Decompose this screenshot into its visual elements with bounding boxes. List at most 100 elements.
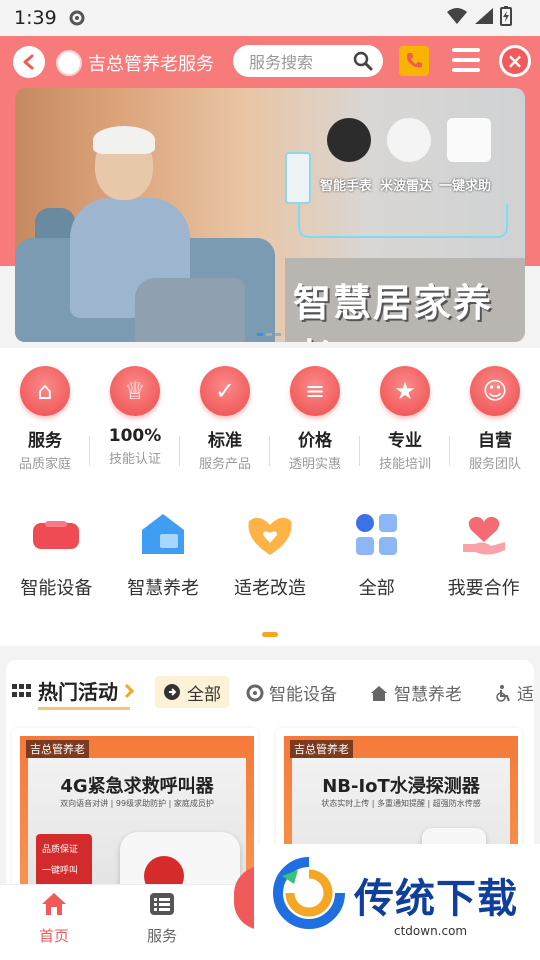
poster-subtitle: 双向语音对讲 | 99级求助防护 | 家庭成员护: [60, 799, 214, 808]
tab-label: 智能设备: [269, 685, 337, 705]
nav-service[interactable]: 服务: [122, 889, 202, 946]
accessibility-icon: [496, 684, 510, 702]
feature-item: ✓ 标准 服务产品: [180, 348, 270, 478]
tab-smart-devices[interactable]: 智能设备: [246, 680, 337, 705]
category-cooperation[interactable]: 我要合作: [430, 478, 537, 646]
hot-activities-title: 热门活动: [12, 676, 134, 710]
feature-subtitle: 技能认证: [108, 452, 161, 467]
category-all[interactable]: 全部: [323, 478, 430, 646]
nav-label: 服务: [146, 927, 177, 945]
category-grid: 智能设备 智慧养老 适老改造 全部 我要合作: [0, 478, 540, 646]
feature-title: 服务: [28, 431, 62, 451]
device-label: 米波雷达: [380, 179, 433, 194]
phone-button[interactable]: [399, 46, 429, 76]
feature-item: ★ 专业 技能培训: [360, 348, 450, 478]
category-label: 全部: [358, 578, 395, 599]
radar-icon: [387, 118, 431, 162]
promo-banner[interactable]: 智能手表 米波雷达 一键求助 智慧居家养老: [15, 88, 525, 342]
smartwatch-icon: [327, 118, 371, 162]
cooperation-icon: [459, 512, 509, 558]
status-bar: 1:39: [0, 0, 540, 36]
menu-line-icon: [452, 68, 480, 72]
watermark-url: ctdown.com: [394, 924, 468, 938]
wifi-icon: [447, 8, 467, 24]
chevron-right-icon: [124, 683, 134, 698]
category-label: 适老改造: [233, 578, 306, 599]
poster-brand: 吉总管养老: [290, 740, 353, 758]
category-aging-renovation[interactable]: 适老改造: [217, 478, 324, 646]
tab-label: 适: [517, 685, 534, 705]
crown-icon: ♕: [110, 366, 160, 416]
battery-icon: [500, 6, 512, 26]
home-icon: [39, 889, 69, 919]
smart-home-icon: [138, 512, 188, 558]
tab-smart-eldercare[interactable]: 智慧养老: [369, 680, 462, 705]
tab-all[interactable]: 全部: [155, 676, 229, 708]
category-smart-devices[interactable]: 智能设备: [3, 478, 110, 646]
watermark-text: 传统下载: [354, 876, 518, 922]
badge-text: 品质保证: [42, 845, 79, 855]
coins-icon: ≡: [290, 366, 340, 416]
grid-dots-icon: [12, 683, 31, 697]
feature-title: 价格: [298, 431, 332, 451]
category-label: 智能设备: [20, 578, 93, 599]
signal-icon: [475, 8, 493, 24]
staff-icon: ☺: [470, 366, 520, 416]
device-icon: [31, 512, 81, 558]
heart-hands-icon: [245, 512, 295, 558]
app-title: 吉总管养老服务: [88, 54, 214, 75]
feature-item: ♕ 100% 技能认证: [90, 348, 180, 478]
menu-line-icon: [452, 48, 480, 52]
wire-illustration: [298, 204, 508, 238]
poster-title: 4G紧急求救呼叫器: [60, 776, 214, 797]
home-outline-icon: [371, 685, 387, 701]
feature-subtitle: 品质家庭: [18, 457, 71, 472]
medal-icon: ★: [380, 366, 430, 416]
close-button[interactable]: ×: [499, 45, 531, 77]
grid-icon: [352, 512, 402, 558]
status-time: 1:39: [14, 7, 57, 29]
settings-icon: [69, 10, 85, 26]
close-icon: ×: [502, 48, 528, 74]
activity-tabs: 热门活动 全部 智能设备 智慧养老 适: [6, 674, 534, 710]
tab-renovation[interactable]: 适: [494, 680, 534, 705]
nav-home[interactable]: 首页: [14, 889, 94, 946]
tab-label: 智慧养老: [394, 685, 462, 705]
poster-brand: 吉总管养老: [26, 740, 89, 758]
watermark-logo-icon: [273, 857, 345, 929]
search-icon[interactable]: [353, 51, 373, 71]
feature-item: ☺ 自营 服务团队: [450, 348, 540, 478]
title-underline: [38, 707, 130, 710]
category-smart-eldercare[interactable]: 智慧养老: [110, 478, 217, 646]
feature-title: 自营: [478, 431, 512, 451]
category-pagination-indicator: [262, 632, 278, 637]
banner-headline: 智慧居家养老: [293, 281, 494, 342]
menu-line-icon: [452, 58, 480, 62]
nav-label: 首页: [38, 927, 69, 945]
app-logo: [56, 50, 82, 76]
search-input[interactable]: 服务搜索: [233, 45, 383, 77]
search-placeholder: 服务搜索: [249, 53, 314, 72]
banner-pagination: [257, 333, 281, 336]
phone-icon: [407, 53, 422, 68]
pagination-dot: [266, 333, 272, 336]
back-button[interactable]: [13, 46, 45, 78]
category-label: 智慧养老: [127, 578, 200, 599]
pagination-dot: [275, 333, 281, 336]
sos-button-icon: [447, 118, 491, 162]
category-label: 我要合作: [447, 578, 520, 599]
smart-panel-illustration: [285, 152, 311, 204]
chevron-left-icon: [23, 54, 34, 70]
feature-subtitle: 透明实惠: [288, 457, 341, 472]
feature-title: 专业: [388, 431, 422, 451]
feature-title: 标准: [208, 431, 242, 451]
feature-subtitle: 技能培训: [378, 457, 431, 472]
menu-button[interactable]: [452, 48, 480, 72]
watermark-overlay: 传统下载 ctdown.com: [254, 844, 540, 960]
elderly-man-illustration: [93, 126, 155, 154]
feature-item: ≡ 价格 透明实惠: [270, 348, 360, 478]
target-icon: [246, 684, 264, 701]
tab-label: 全部: [187, 684, 221, 705]
elderly-man-illustration: [135, 278, 245, 342]
clipboard-icon: ✓: [200, 366, 250, 416]
